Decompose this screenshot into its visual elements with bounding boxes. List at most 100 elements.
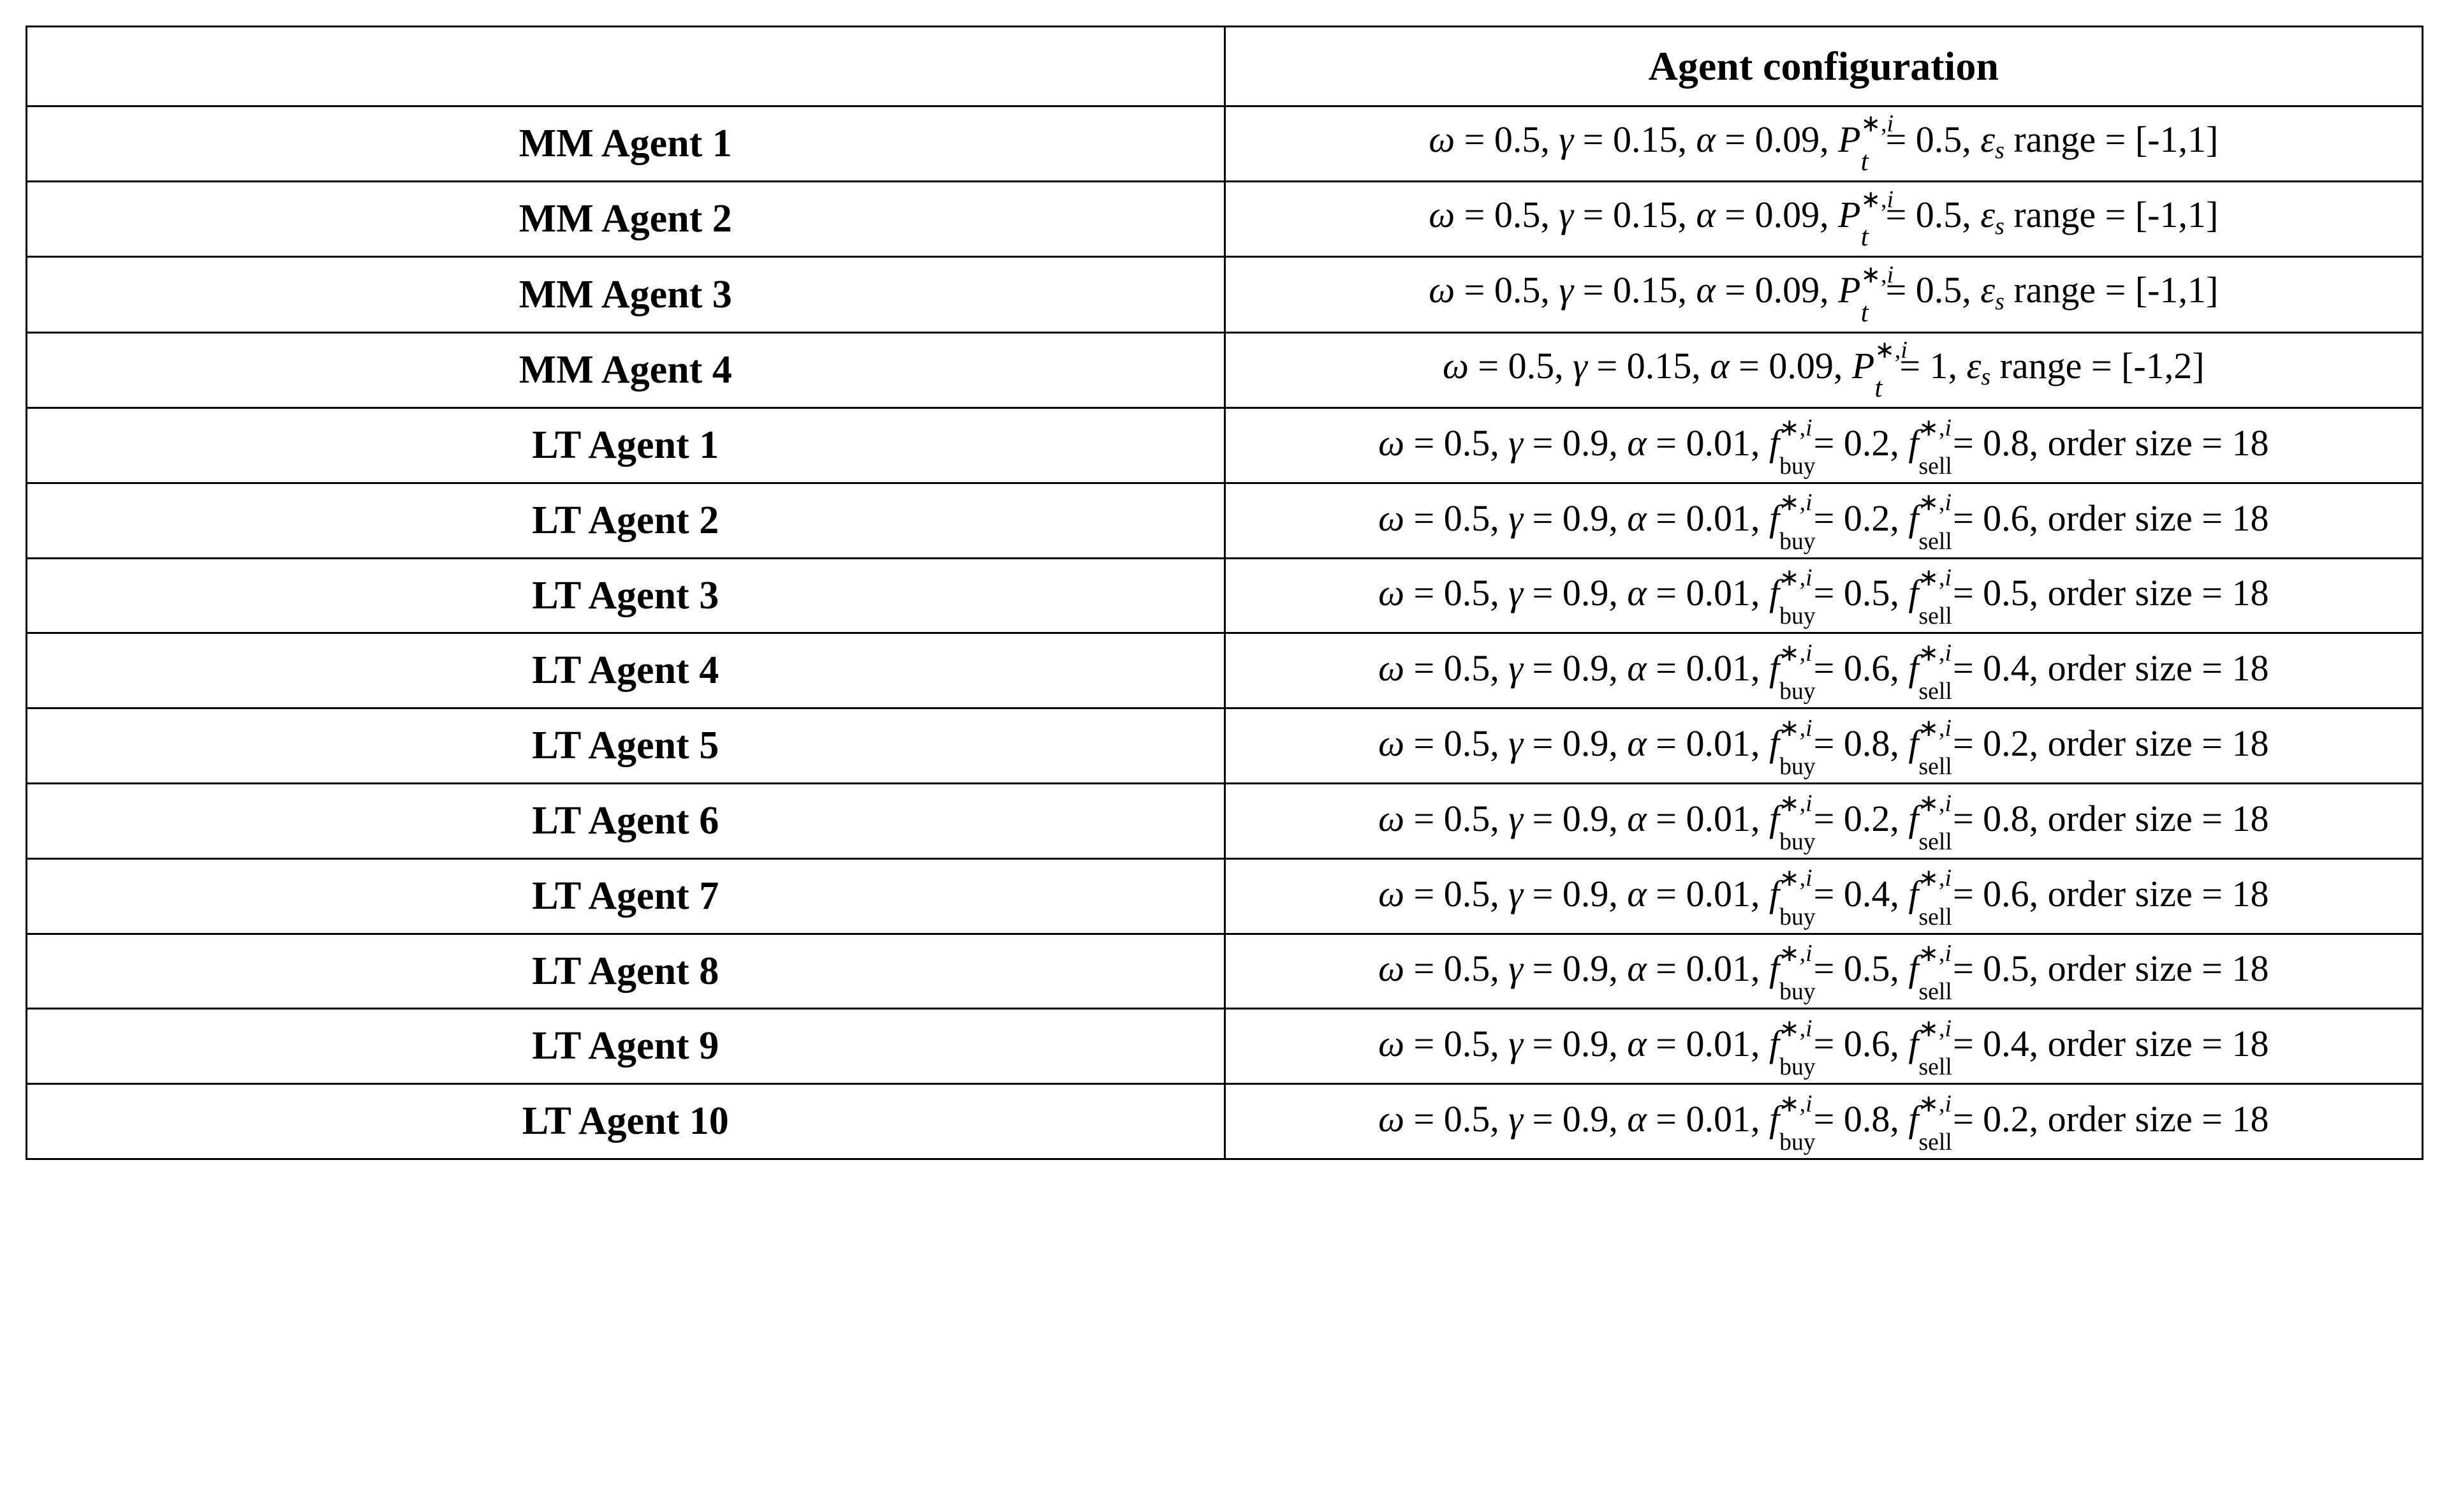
gamma-val: 0.9 — [1563, 798, 1609, 839]
agent-config: ω = 0.5, γ = 0.15, α = 0.09, P∗,it = 0.5… — [1224, 181, 2423, 256]
omega-val: 0.5 — [1444, 497, 1490, 539]
omega-val: 0.5 — [1444, 1098, 1490, 1140]
alpha-val: 0.01 — [1686, 1023, 1751, 1064]
alpha-val: 0.01 — [1686, 422, 1751, 464]
omega-val: 0.5 — [1444, 873, 1490, 914]
fbuy-val: 0.6 — [1844, 647, 1890, 689]
omega-val: 0.5 — [1508, 345, 1555, 386]
agent-label: LT Agent 5 — [27, 708, 1225, 784]
table-row: LT Agent 2ω = 0.5, γ = 0.9, α = 0.01, f∗… — [27, 483, 2423, 558]
fbuy-val: 0.2 — [1844, 497, 1890, 539]
fbuy-val: 0.8 — [1844, 723, 1890, 764]
agent-label: LT Agent 1 — [27, 408, 1225, 483]
omega-val: 0.5 — [1444, 572, 1490, 613]
agent-label: LT Agent 9 — [27, 1009, 1225, 1084]
table-row: LT Agent 3ω = 0.5, γ = 0.9, α = 0.01, f∗… — [27, 558, 2423, 633]
alpha-val: 0.09 — [1755, 119, 1820, 160]
table-header-row: Agent configuration — [27, 27, 2423, 106]
range-label: range — [2013, 269, 2096, 311]
alpha-val: 0.01 — [1686, 723, 1751, 764]
order-size-val: 18 — [2232, 422, 2269, 464]
fsell-val: 0.5 — [1983, 948, 2029, 989]
agent-label: LT Agent 2 — [27, 483, 1225, 558]
fsell-val: 0.4 — [1983, 647, 2029, 689]
agent-label: MM Agent 2 — [27, 181, 1225, 256]
alpha-val: 0.09 — [1755, 194, 1820, 235]
agent-config: ω = 0.5, γ = 0.9, α = 0.01, f∗,ibuy = 0.… — [1224, 633, 2423, 708]
gamma-val: 0.9 — [1563, 1098, 1609, 1140]
agent-config: ω = 0.5, γ = 0.9, α = 0.01, f∗,ibuy = 0.… — [1224, 784, 2423, 859]
table-row: LT Agent 1ω = 0.5, γ = 0.9, α = 0.01, f∗… — [27, 408, 2423, 483]
agent-label: LT Agent 6 — [27, 784, 1225, 859]
omega-val: 0.5 — [1444, 1023, 1490, 1064]
gamma-val: 0.9 — [1563, 572, 1609, 613]
alpha-val: 0.01 — [1686, 873, 1751, 914]
agent-label: LT Agent 8 — [27, 934, 1225, 1009]
p-val: 1 — [1930, 345, 1948, 386]
fbuy-val: 0.2 — [1844, 798, 1890, 839]
agent-label: LT Agent 7 — [27, 858, 1225, 934]
gamma-val: 0.9 — [1563, 647, 1609, 689]
range-label: range — [2000, 345, 2082, 386]
agent-config: ω = 0.5, γ = 0.15, α = 0.09, P∗,it = 0.5… — [1224, 257, 2423, 332]
table-row: MM Agent 2ω = 0.5, γ = 0.15, α = 0.09, P… — [27, 181, 2423, 256]
omega-val: 0.5 — [1444, 723, 1490, 764]
table-row: LT Agent 7ω = 0.5, γ = 0.9, α = 0.01, f∗… — [27, 858, 2423, 934]
p-val: 0.5 — [1916, 269, 1962, 311]
agent-config-table: Agent configuration MM Agent 1ω = 0.5, γ… — [26, 26, 2423, 1160]
eps-range-val: [-1,2] — [2121, 345, 2204, 386]
order-size-val: 18 — [2232, 948, 2269, 989]
omega-val: 0.5 — [1494, 269, 1541, 311]
fsell-val: 0.2 — [1983, 723, 2029, 764]
order-size-val: 18 — [2232, 572, 2269, 613]
order-size-val: 18 — [2232, 873, 2269, 914]
agent-config: ω = 0.5, γ = 0.9, α = 0.01, f∗,ibuy = 0.… — [1224, 934, 2423, 1009]
fsell-val: 0.4 — [1983, 1023, 2029, 1064]
order-size-label: order size — [2048, 798, 2193, 839]
p-val: 0.5 — [1916, 119, 1962, 160]
alpha-val: 0.01 — [1686, 647, 1751, 689]
gamma-val: 0.9 — [1563, 422, 1609, 464]
alpha-val: 0.09 — [1755, 269, 1820, 311]
table-row: LT Agent 9ω = 0.5, γ = 0.9, α = 0.01, f∗… — [27, 1009, 2423, 1084]
fbuy-val: 0.6 — [1844, 1023, 1890, 1064]
order-size-label: order size — [2048, 422, 2193, 464]
omega-val: 0.5 — [1444, 948, 1490, 989]
order-size-label: order size — [2048, 647, 2193, 689]
agent-label: LT Agent 4 — [27, 633, 1225, 708]
agent-label: MM Agent 3 — [27, 257, 1225, 332]
table-row: MM Agent 4ω = 0.5, γ = 0.15, α = 0.09, P… — [27, 332, 2423, 407]
fsell-val: 0.8 — [1983, 422, 2029, 464]
gamma-val: 0.15 — [1613, 269, 1678, 311]
fsell-val: 0.5 — [1983, 572, 2029, 613]
order-size-label: order size — [2048, 497, 2193, 539]
table-row: LT Agent 4ω = 0.5, γ = 0.9, α = 0.01, f∗… — [27, 633, 2423, 708]
order-size-label: order size — [2048, 948, 2193, 989]
fbuy-val: 0.8 — [1844, 1098, 1890, 1140]
agent-config: ω = 0.5, γ = 0.9, α = 0.01, f∗,ibuy = 0.… — [1224, 408, 2423, 483]
eps-range-val: [-1,1] — [2135, 119, 2218, 160]
eps-range-val: [-1,1] — [2135, 194, 2218, 235]
omega-val: 0.5 — [1494, 194, 1541, 235]
agent-label: MM Agent 4 — [27, 332, 1225, 407]
table-row: LT Agent 5ω = 0.5, γ = 0.9, α = 0.01, f∗… — [27, 708, 2423, 784]
order-size-label: order size — [2048, 873, 2193, 914]
p-val: 0.5 — [1916, 194, 1962, 235]
table-row: LT Agent 8ω = 0.5, γ = 0.9, α = 0.01, f∗… — [27, 934, 2423, 1009]
agent-config: ω = 0.5, γ = 0.9, α = 0.01, f∗,ibuy = 0.… — [1224, 858, 2423, 934]
fbuy-val: 0.5 — [1844, 948, 1890, 989]
omega-val: 0.5 — [1444, 647, 1490, 689]
order-size-label: order size — [2048, 723, 2193, 764]
order-size-val: 18 — [2232, 647, 2269, 689]
table-row: LT Agent 10ω = 0.5, γ = 0.9, α = 0.01, f… — [27, 1084, 2423, 1159]
gamma-val: 0.9 — [1563, 948, 1609, 989]
fsell-val: 0.8 — [1983, 798, 2029, 839]
alpha-val: 0.01 — [1686, 798, 1751, 839]
fsell-val: 0.2 — [1983, 1098, 2029, 1140]
table-row: MM Agent 1ω = 0.5, γ = 0.15, α = 0.09, P… — [27, 106, 2423, 181]
omega-val: 0.5 — [1444, 422, 1490, 464]
agent-config: ω = 0.5, γ = 0.9, α = 0.01, f∗,ibuy = 0.… — [1224, 483, 2423, 558]
eps-range-val: [-1,1] — [2135, 269, 2218, 311]
table-row: LT Agent 6ω = 0.5, γ = 0.9, α = 0.01, f∗… — [27, 784, 2423, 859]
range-label: range — [2013, 119, 2096, 160]
